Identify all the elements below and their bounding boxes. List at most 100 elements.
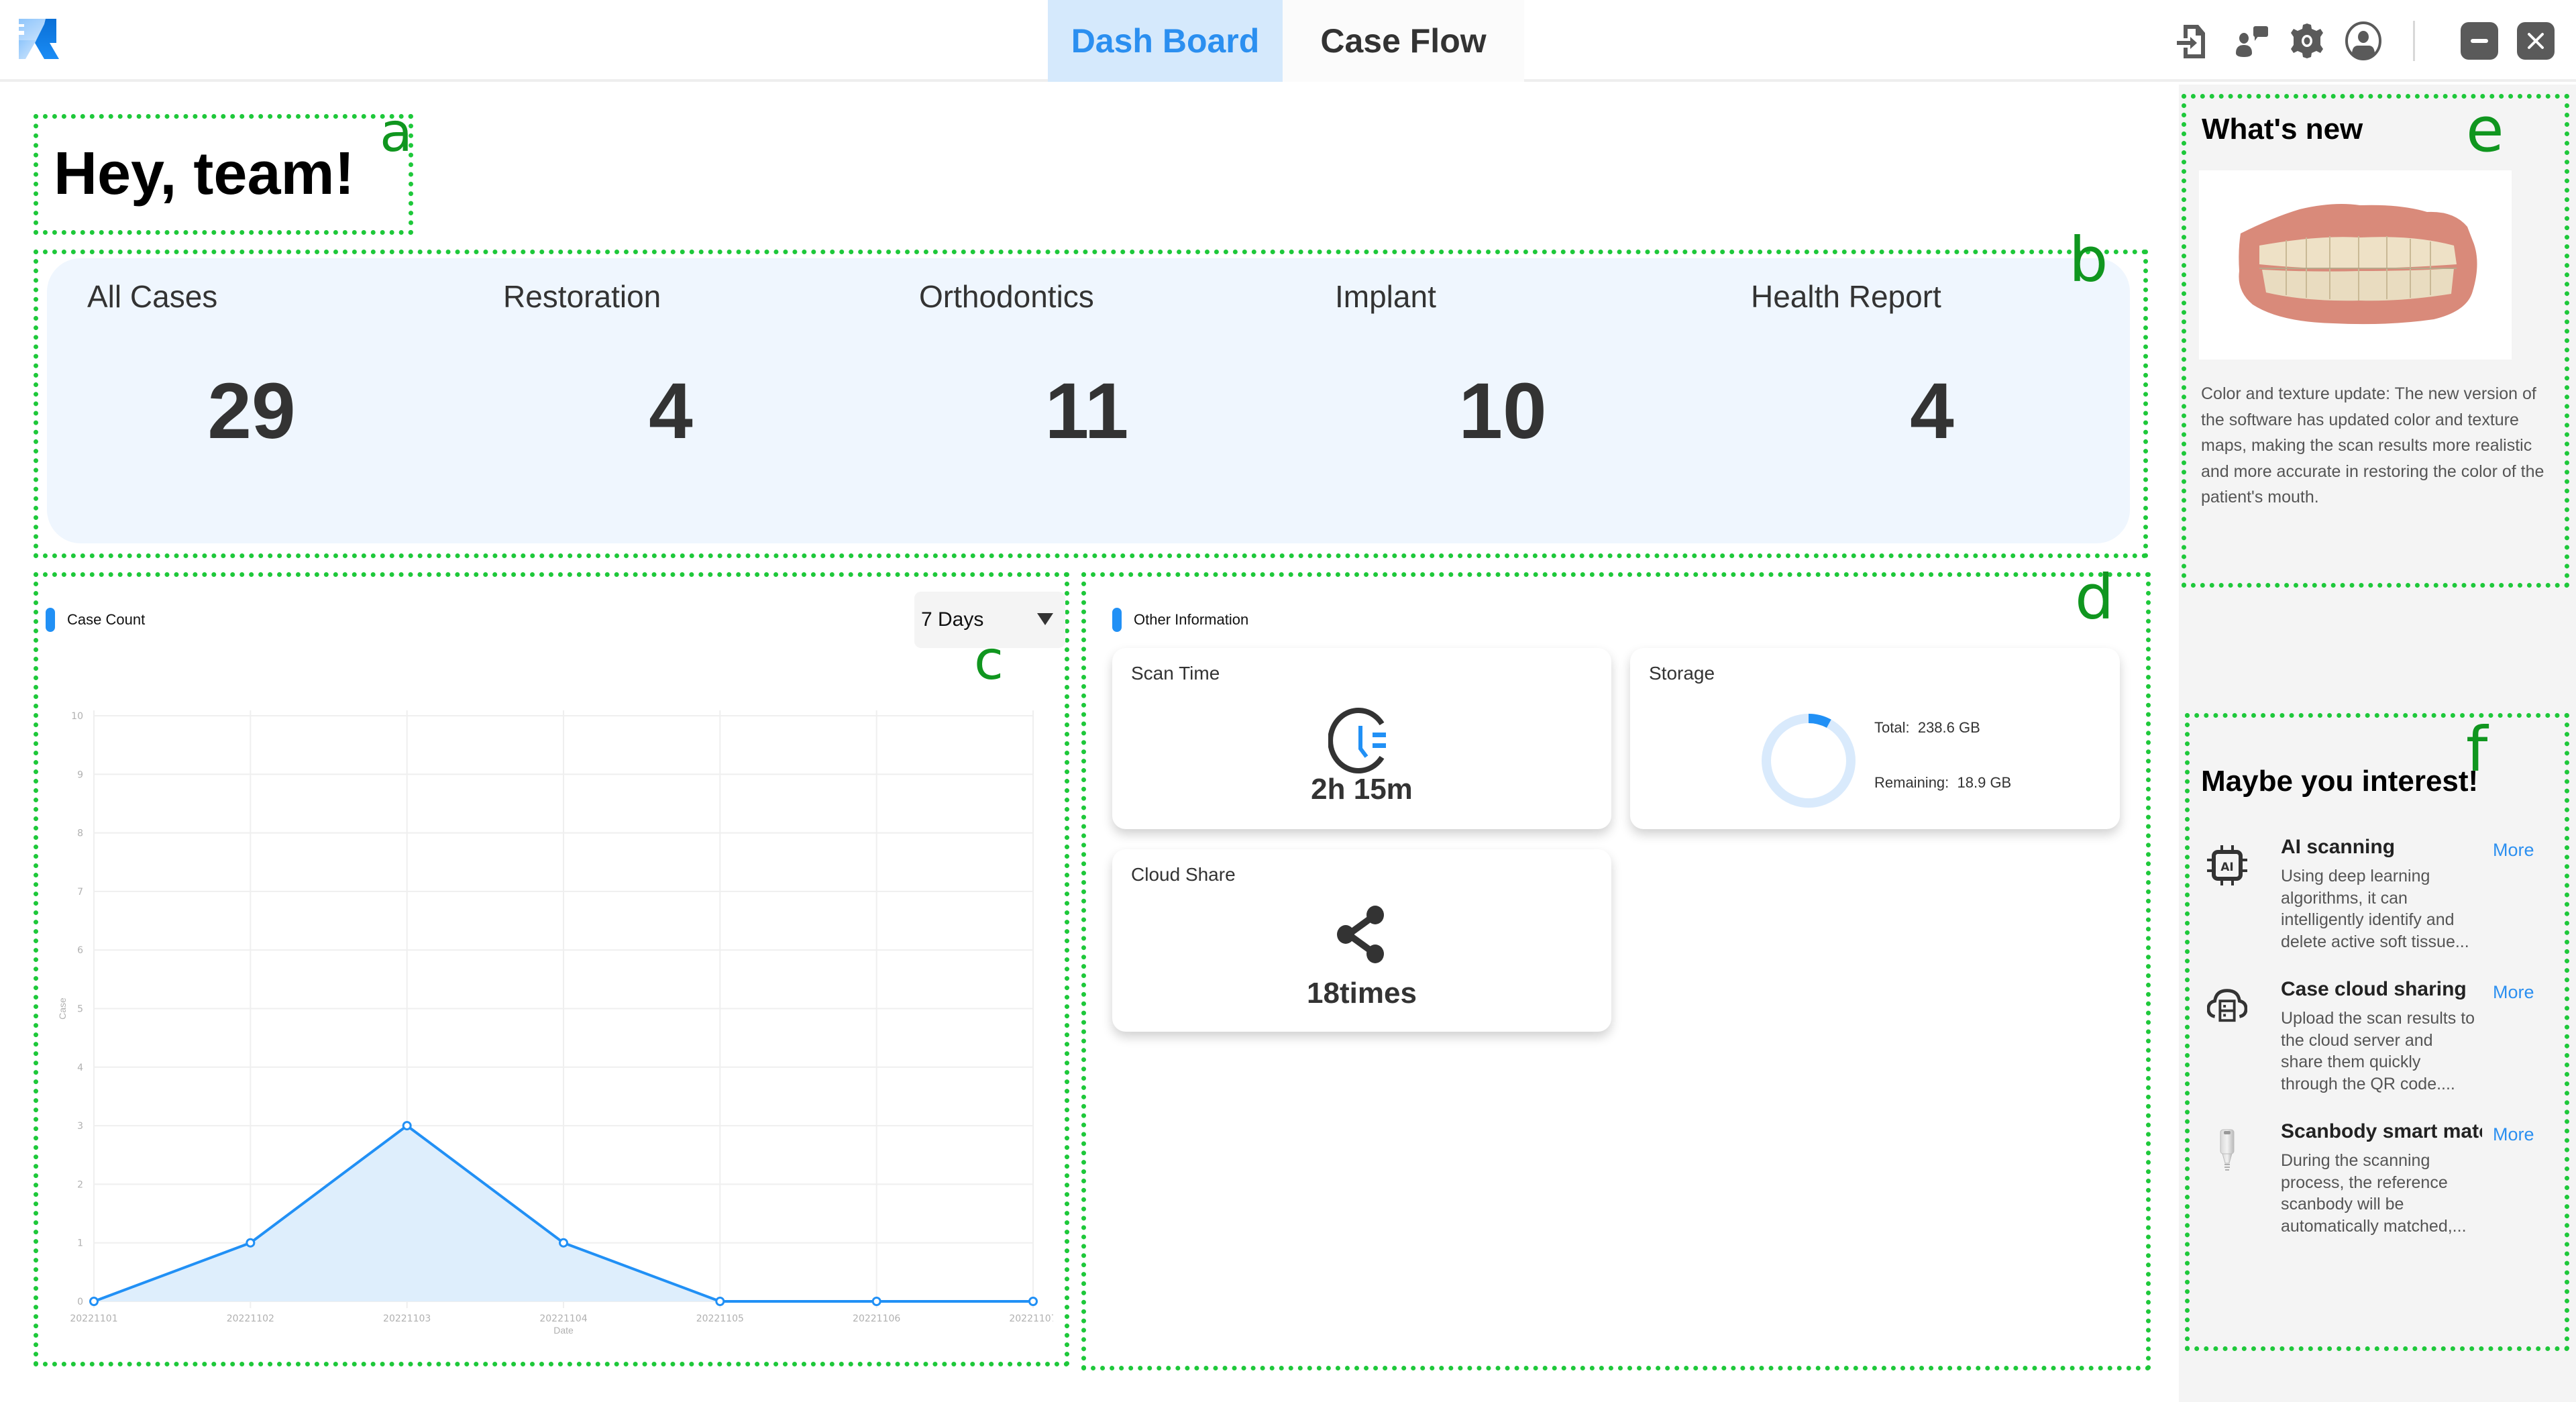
y-tick-label: 0 <box>77 1297 83 1307</box>
cloud-server-icon <box>2207 989 2247 1022</box>
data-point <box>89 1297 99 1306</box>
tab-case-flow[interactable]: Case Flow <box>1283 0 1524 82</box>
x-tick-label: 20221103 <box>383 1313 431 1324</box>
title-accent-bar <box>1112 608 1122 632</box>
interest-desc: Upload the scan results to the cloud ser… <box>2281 1009 2475 1093</box>
x-tick-label: 20221104 <box>539 1313 587 1324</box>
interest-name: Scanbody smart matc <box>2281 1120 2482 1142</box>
other-info-title: Other Information <box>1112 608 1248 632</box>
stat-label: Implant <box>1335 279 1436 314</box>
case-count-title-text: Case Count <box>67 611 146 628</box>
case-stats-panel: All Cases 29 Restoration 4 Orthodontics … <box>47 258 2130 543</box>
y-tick-label: 3 <box>77 1121 83 1132</box>
stat-label: Orthodontics <box>919 279 1094 314</box>
cloud-share-value: 18times <box>1307 977 1417 1010</box>
data-point <box>559 1238 568 1248</box>
annotation-label-c: c <box>974 629 1004 692</box>
y-tick-label: 1 <box>77 1238 83 1249</box>
tab-dash-board[interactable]: Dash Board <box>1048 0 1283 82</box>
scan-time-label: Scan Time <box>1131 663 1220 684</box>
x-tick-label: 20221105 <box>696 1313 744 1324</box>
data-point <box>871 1297 881 1306</box>
y-tick-label: 6 <box>77 945 83 956</box>
import-button[interactable] <box>2174 21 2214 61</box>
interest-desc: Using deep learning algorithms, it can i… <box>2281 867 2469 951</box>
interest-name: AI scanning <box>2281 836 2396 858</box>
stat-value: 4 <box>1910 367 1954 455</box>
stat-label: Restoration <box>503 279 661 314</box>
scan-time-card[interactable]: Scan Time 2h 15m <box>1112 648 1611 829</box>
storage-ring-used <box>1808 714 1831 729</box>
interest-name: Case cloud sharing <box>2281 978 2467 1000</box>
top-bar: Dash Board Case Flow <box>0 0 2576 82</box>
storage-label: Storage <box>1649 663 1715 684</box>
stat-implant[interactable]: Implant 10 <box>1335 258 1737 543</box>
more-link[interactable]: More <box>2493 1124 2534 1145</box>
whats-new-description: Color and texture update: The new versio… <box>2201 384 2544 506</box>
y-tick-label: 2 <box>77 1179 83 1190</box>
storage-remaining: Remaining: 18.9 GB <box>1874 774 2011 792</box>
stat-orthodontics[interactable]: Orthodontics 11 <box>919 258 1322 543</box>
data-point <box>246 1238 256 1248</box>
y-axis-title: Case <box>57 997 68 1020</box>
gear-icon <box>2291 23 2323 58</box>
more-link[interactable]: More <box>2493 840 2534 861</box>
data-point <box>402 1121 412 1131</box>
stat-restoration[interactable]: Restoration 4 <box>503 258 906 543</box>
ai-chip-icon: AI <box>2207 845 2247 885</box>
import-icon <box>2177 25 2205 58</box>
interest-icon-wrap <box>2207 1128 2247 1175</box>
toolbar <box>2158 0 2576 82</box>
account-button[interactable] <box>2343 21 2383 61</box>
more-link[interactable]: More <box>2493 982 2534 1003</box>
dental-scan-image[interactable] <box>2199 170 2512 360</box>
minimize-button[interactable] <box>2461 22 2498 60</box>
x-tick-label: 20221101 <box>70 1313 117 1324</box>
interest-icon-wrap: AI <box>2207 844 2247 891</box>
share-icon <box>1337 906 1384 963</box>
stat-all-cases[interactable]: All Cases 29 <box>87 258 490 543</box>
annotation-label-a: a <box>380 101 413 164</box>
user-chat-button[interactable] <box>2231 21 2271 61</box>
stat-value: 29 <box>207 367 296 455</box>
stat-label: Health Report <box>1751 279 1941 314</box>
storage-ring-chart <box>1762 714 1856 808</box>
user-chat-icon <box>2236 26 2268 57</box>
teeth-scan-image <box>2239 204 2477 325</box>
stat-value: 11 <box>1044 367 1129 455</box>
annotation-label-e: e <box>2466 94 2504 166</box>
stat-value: 10 <box>1458 367 1547 455</box>
annotation-label-b: b <box>2069 224 2108 296</box>
stat-health-report[interactable]: Health Report 4 <box>1751 258 2127 543</box>
scan-time-value: 2h 15m <box>1311 773 1413 806</box>
toolbar-divider <box>2413 21 2415 61</box>
caret-down-icon <box>1037 613 1053 625</box>
close-button[interactable] <box>2517 22 2555 60</box>
annotation-label-d: d <box>2075 561 2114 633</box>
y-tick-label: 8 <box>77 828 83 839</box>
interest-desc: During the scanning process, the referen… <box>2281 1151 2467 1236</box>
y-tick-label: 5 <box>77 1004 83 1015</box>
case-count-chart: 0 1 2 3 4 5 6 7 8 9 10 20221101 20221102 20221103 2022… <box>57 710 1053 1336</box>
data-point <box>1028 1297 1038 1306</box>
storage-card[interactable]: Storage Total: 238.6 GB Remaining: 18.9 … <box>1630 648 2120 829</box>
interest-icon-wrap <box>2207 986 2247 1033</box>
interest-title: Maybe you interest! <box>2201 765 2479 798</box>
svg-text:AI: AI <box>2220 861 2233 874</box>
settings-button[interactable] <box>2287 21 2327 61</box>
minimize-icon <box>2471 39 2488 43</box>
stat-value: 4 <box>649 367 693 455</box>
x-tick-label: 20221106 <box>853 1313 900 1324</box>
storage-total-value: 238.6 GB <box>1917 719 1980 736</box>
greeting-heading: Hey, team! <box>54 140 355 207</box>
storage-remaining-label: Remaining: <box>1874 774 1949 791</box>
cloud-share-card[interactable]: Cloud Share 18times <box>1112 849 1611 1032</box>
title-accent-bar <box>46 608 55 632</box>
x-tick-label: 20221102 <box>227 1313 274 1324</box>
app-logo <box>19 19 59 59</box>
cloud-share-label: Cloud Share <box>1131 864 1236 885</box>
storage-remaining-value: 18.9 GB <box>1957 774 2012 791</box>
storage-total-label: Total: <box>1874 719 1910 736</box>
storage-total: Total: 238.6 GB <box>1874 719 1980 737</box>
storage-ring-track <box>1762 714 1856 808</box>
